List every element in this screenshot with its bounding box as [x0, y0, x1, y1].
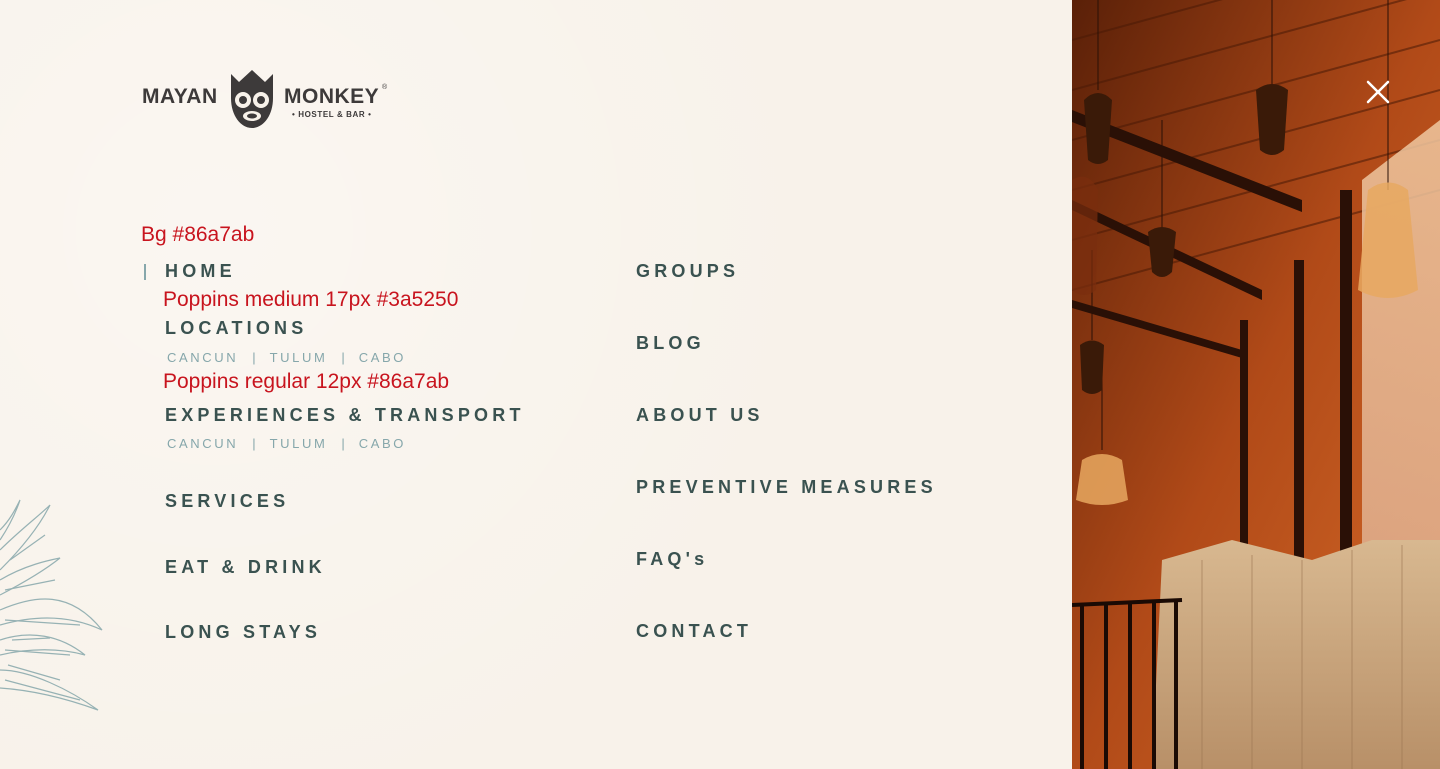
- nav-blog[interactable]: BLOG: [636, 333, 705, 354]
- nav-locations[interactable]: LOCATIONS: [165, 318, 307, 339]
- nav-groups[interactable]: GROUPS: [636, 261, 739, 282]
- nav-long-stays[interactable]: LONG STAYS: [165, 622, 321, 643]
- nav-contact[interactable]: CONTACT: [636, 621, 752, 642]
- separator: |: [341, 350, 345, 365]
- experiences-tulum-link[interactable]: TULUM: [270, 436, 328, 451]
- active-indicator: [144, 264, 146, 280]
- locations-submenu: CANCUN | TULUM | CABO: [167, 350, 406, 365]
- annotation-bg-color: Bg #86a7ab: [141, 223, 255, 246]
- agave-leaf-decoration: [0, 499, 103, 711]
- experiences-submenu: CANCUN | TULUM | CABO: [167, 436, 406, 451]
- mayan-monkey-logo[interactable]: MAYAN MONKEY ® • HOSTEL & BAR •: [142, 68, 392, 130]
- locations-cancun-link[interactable]: CANCUN: [167, 350, 238, 365]
- close-icon: [1366, 80, 1390, 104]
- logo-word-monkey: MONKEY: [284, 85, 380, 108]
- registered-mark: ®: [382, 84, 388, 91]
- nav-experiences-transport[interactable]: EXPERIENCES & TRANSPORT: [165, 405, 525, 426]
- separator: |: [252, 350, 256, 365]
- nav-about-us[interactable]: ABOUT US: [636, 405, 764, 426]
- annotation-main-font: Poppins medium 17px #3a5250: [163, 288, 459, 311]
- logo-subtitle: • HOSTEL & BAR •: [292, 110, 372, 119]
- menu-panel: MAYAN MONKEY ® • HOSTEL & BAR • Bg #86a7…: [0, 0, 1072, 769]
- nav-services[interactable]: SERVICES: [165, 491, 289, 512]
- photo-illustration: [1072, 0, 1440, 769]
- nav-preventive-measures[interactable]: PREVENTIVE MEASURES: [636, 477, 937, 498]
- experiences-cancun-link[interactable]: CANCUN: [167, 436, 238, 451]
- hostel-interior-photo: [1072, 0, 1440, 769]
- monkey-logo-icon: [231, 70, 273, 128]
- annotation-sub-font: Poppins regular 12px #86a7ab: [163, 370, 450, 393]
- experiences-cabo-link[interactable]: CABO: [359, 436, 406, 451]
- locations-cabo-link[interactable]: CABO: [359, 350, 406, 365]
- nav-eat-drink[interactable]: EAT & DRINK: [165, 557, 326, 578]
- close-button[interactable]: [1362, 76, 1394, 108]
- separator: |: [341, 436, 345, 451]
- nav-faqs[interactable]: FAQ's: [636, 549, 708, 570]
- locations-tulum-link[interactable]: TULUM: [270, 350, 328, 365]
- separator: |: [252, 436, 256, 451]
- logo-word-mayan: MAYAN: [142, 85, 218, 108]
- nav-home[interactable]: HOME: [165, 261, 236, 282]
